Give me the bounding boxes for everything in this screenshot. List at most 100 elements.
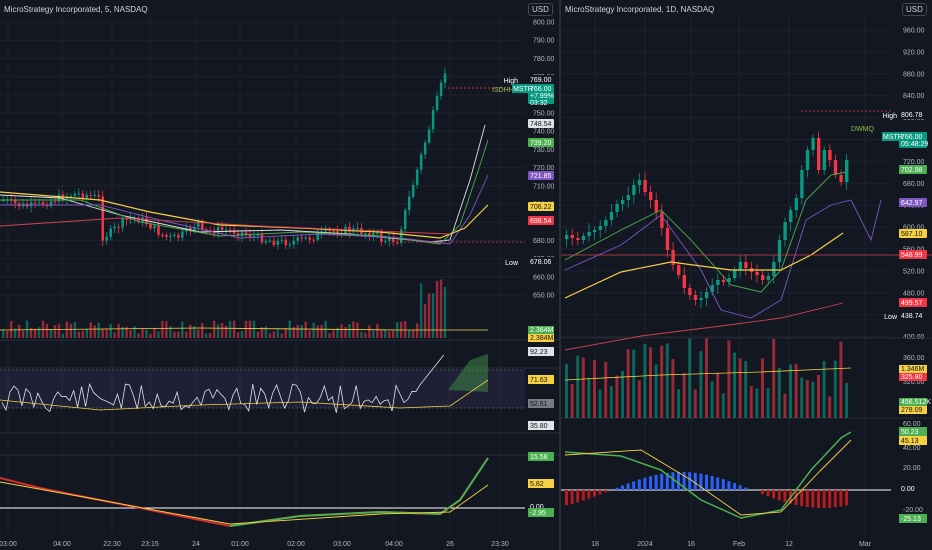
candle[interactable]: [604, 220, 608, 226]
candle[interactable]: [228, 229, 232, 231]
currency-button-left[interactable]: USD: [528, 3, 553, 16]
candle[interactable]: [817, 138, 821, 170]
candle[interactable]: [777, 240, 782, 262]
candle[interactable]: [332, 230, 335, 232]
candle[interactable]: [400, 229, 403, 243]
candle[interactable]: [268, 240, 272, 242]
candle[interactable]: [77, 193, 81, 195]
candle[interactable]: [682, 275, 686, 288]
candle[interactable]: [828, 150, 832, 160]
candle[interactable]: [284, 239, 288, 246]
candle[interactable]: [41, 202, 45, 205]
candle[interactable]: [626, 195, 630, 200]
chart-panel-right[interactable]: 960.00920.00880.00840.00800.00760.00720.…: [561, 0, 932, 550]
candle[interactable]: [280, 239, 284, 241]
candle[interactable]: [665, 228, 670, 250]
candle[interactable]: [716, 280, 720, 285]
candle[interactable]: [292, 240, 296, 245]
candle[interactable]: [693, 295, 698, 300]
candle[interactable]: [101, 196, 105, 241]
candle[interactable]: [431, 110, 435, 130]
candle[interactable]: [33, 202, 37, 204]
candle[interactable]: [833, 160, 838, 175]
candle[interactable]: [593, 230, 597, 232]
candle[interactable]: [260, 233, 264, 243]
candle[interactable]: [744, 262, 748, 268]
candle[interactable]: [224, 229, 228, 231]
candle[interactable]: [615, 204, 619, 212]
candle[interactable]: [288, 244, 292, 246]
candle[interactable]: [113, 226, 116, 229]
candle[interactable]: [181, 231, 184, 238]
candle[interactable]: [407, 196, 411, 210]
candle[interactable]: [97, 194, 101, 197]
candle[interactable]: [839, 175, 843, 182]
candle[interactable]: [587, 232, 591, 236]
candle[interactable]: [165, 234, 168, 237]
candle[interactable]: [800, 170, 804, 198]
candle[interactable]: [396, 242, 399, 244]
candle[interactable]: [157, 225, 160, 235]
candle[interactable]: [415, 169, 419, 185]
candle[interactable]: [419, 154, 423, 170]
candle[interactable]: [177, 234, 180, 238]
candle[interactable]: [609, 212, 614, 220]
candle[interactable]: [304, 237, 307, 239]
candle[interactable]: [761, 275, 765, 280]
candle[interactable]: [89, 194, 93, 196]
candle[interactable]: [244, 232, 248, 235]
candle[interactable]: [308, 237, 311, 240]
candle[interactable]: [296, 237, 300, 241]
candle[interactable]: [427, 129, 431, 143]
candle[interactable]: [272, 240, 276, 245]
candle[interactable]: [53, 201, 57, 203]
candle[interactable]: [576, 238, 580, 240]
candle[interactable]: [121, 218, 124, 228]
candle[interactable]: [721, 280, 726, 282]
candle[interactable]: [845, 160, 849, 182]
candle[interactable]: [733, 270, 737, 278]
candle[interactable]: [93, 194, 97, 196]
candle[interactable]: [109, 228, 112, 237]
candle[interactable]: [197, 221, 200, 227]
candle[interactable]: [637, 180, 642, 185]
candle[interactable]: [755, 272, 759, 275]
candle[interactable]: [173, 234, 176, 236]
candle[interactable]: [435, 96, 439, 111]
candle[interactable]: [117, 226, 120, 228]
candle[interactable]: [789, 210, 793, 222]
candle[interactable]: [81, 193, 85, 198]
chart-canvas-left[interactable]: 800.00790.00780.00770.00760.00750.00740.…: [0, 0, 559, 550]
candle[interactable]: [443, 73, 447, 83]
candle[interactable]: [276, 240, 280, 245]
candle[interactable]: [220, 227, 224, 230]
candle[interactable]: [356, 228, 359, 230]
candle[interactable]: [29, 202, 33, 207]
candle[interactable]: [411, 184, 415, 197]
chart-panel-left[interactable]: 800.00790.00780.00770.00760.00750.00740.…: [0, 0, 559, 550]
symbol-title-right[interactable]: MicroStrategy Incorporated, 1D, NASDAQ: [565, 5, 714, 14]
candle[interactable]: [570, 235, 574, 238]
candle[interactable]: [660, 212, 664, 228]
candle[interactable]: [376, 232, 379, 234]
candle[interactable]: [300, 237, 304, 239]
candle[interactable]: [105, 236, 108, 241]
candle[interactable]: [598, 226, 602, 230]
candle[interactable]: [149, 223, 152, 229]
candle[interactable]: [69, 195, 73, 197]
candle[interactable]: [384, 240, 387, 242]
candle[interactable]: [811, 138, 815, 150]
candle[interactable]: [85, 194, 89, 198]
candle[interactable]: [37, 202, 41, 204]
candle[interactable]: [677, 265, 681, 275]
candle[interactable]: [403, 209, 407, 230]
candle[interactable]: [772, 262, 776, 276]
candle[interactable]: [783, 222, 787, 240]
chart-canvas-right[interactable]: 960.00920.00880.00840.00800.00760.00720.…: [561, 0, 932, 550]
candle[interactable]: [766, 276, 770, 280]
candle[interactable]: [654, 200, 658, 212]
candle[interactable]: [649, 192, 653, 200]
currency-button-right[interactable]: USD: [902, 3, 927, 16]
candle[interactable]: [688, 288, 692, 295]
candle[interactable]: [153, 225, 156, 229]
